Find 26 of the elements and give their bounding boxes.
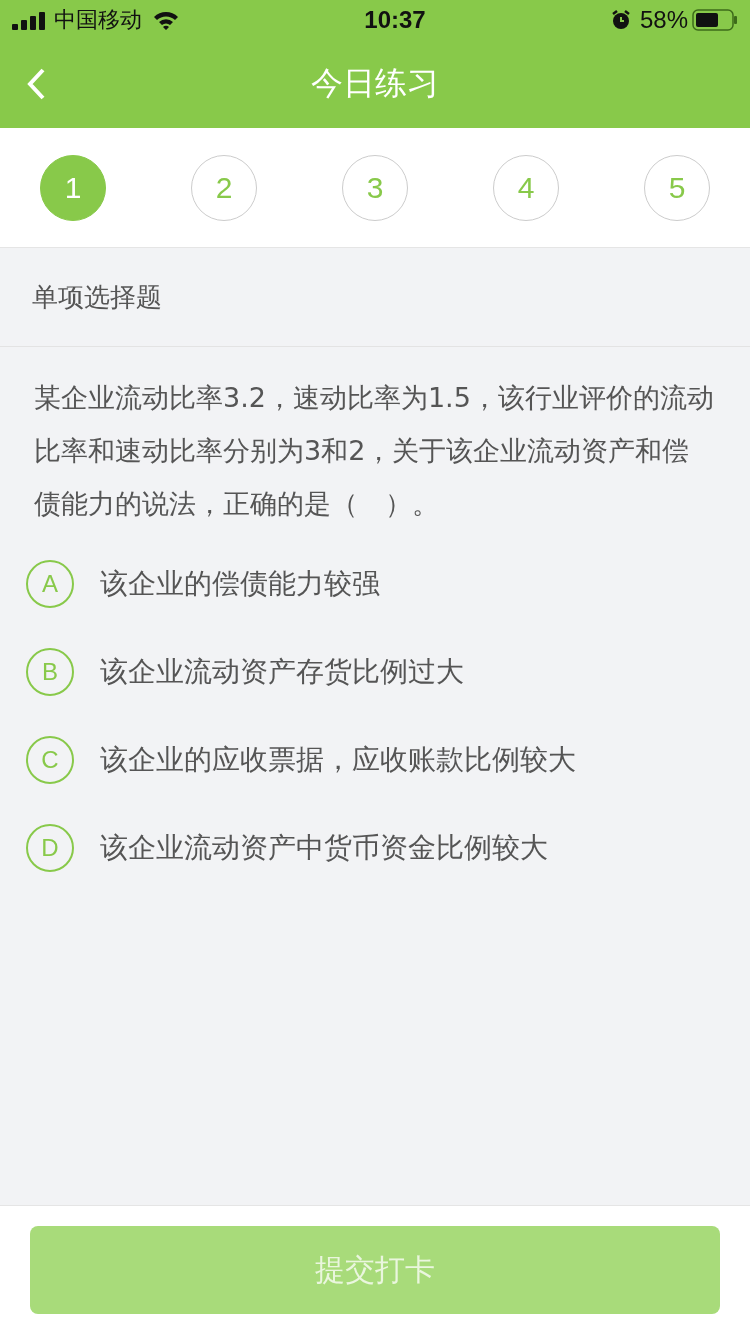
carrier-name: 中国移动 [54, 6, 142, 34]
answer-option[interactable]: C 该企业的应收票据，应收账款比例较大 [0, 716, 750, 804]
answer-option[interactable]: D 该企业流动资产中货币资金比例较大 [0, 804, 750, 892]
option-text: 该企业的应收票据，应收账款比例较大 [100, 742, 576, 778]
question-number-tab[interactable]: 3 [342, 154, 408, 221]
question-number-tab[interactable]: 2 [191, 154, 257, 221]
wifi-icon [152, 9, 180, 31]
option-text: 该企业流动资产存货比例过大 [100, 654, 464, 690]
question-number-tab[interactable]: 5 [644, 154, 710, 221]
option-letter: C [26, 736, 74, 784]
option-text: 该企业的偿债能力较强 [100, 566, 380, 602]
option-letter: A [26, 560, 74, 608]
option-letter: D [26, 824, 74, 872]
question-number-tab[interactable]: 4 [493, 154, 559, 221]
option-letter: B [26, 648, 74, 696]
answer-option[interactable]: A 该企业的偿债能力较强 [0, 540, 750, 628]
page-title: 今日练习 [311, 63, 439, 104]
clock-time: 10:37 [364, 6, 426, 34]
battery-percent: 58% [639, 6, 688, 34]
battery-icon [692, 9, 738, 31]
answer-option[interactable]: B 该企业流动资产存货比例过大 [0, 628, 750, 716]
question-number-tab[interactable]: 1 [40, 154, 106, 221]
question-type: 单项选择题 [32, 280, 162, 314]
question-text: 某企业流动比率3.2，速动比率为1.5，该行业评价的流动比率和速动比率分别为3和2，关于该企业流动资产和偿债能力的说法，正确的是（ ）。 [34, 381, 715, 521]
signal-icon [12, 10, 48, 30]
option-text: 该企业流动资产中货币资金比例较大 [100, 830, 548, 866]
